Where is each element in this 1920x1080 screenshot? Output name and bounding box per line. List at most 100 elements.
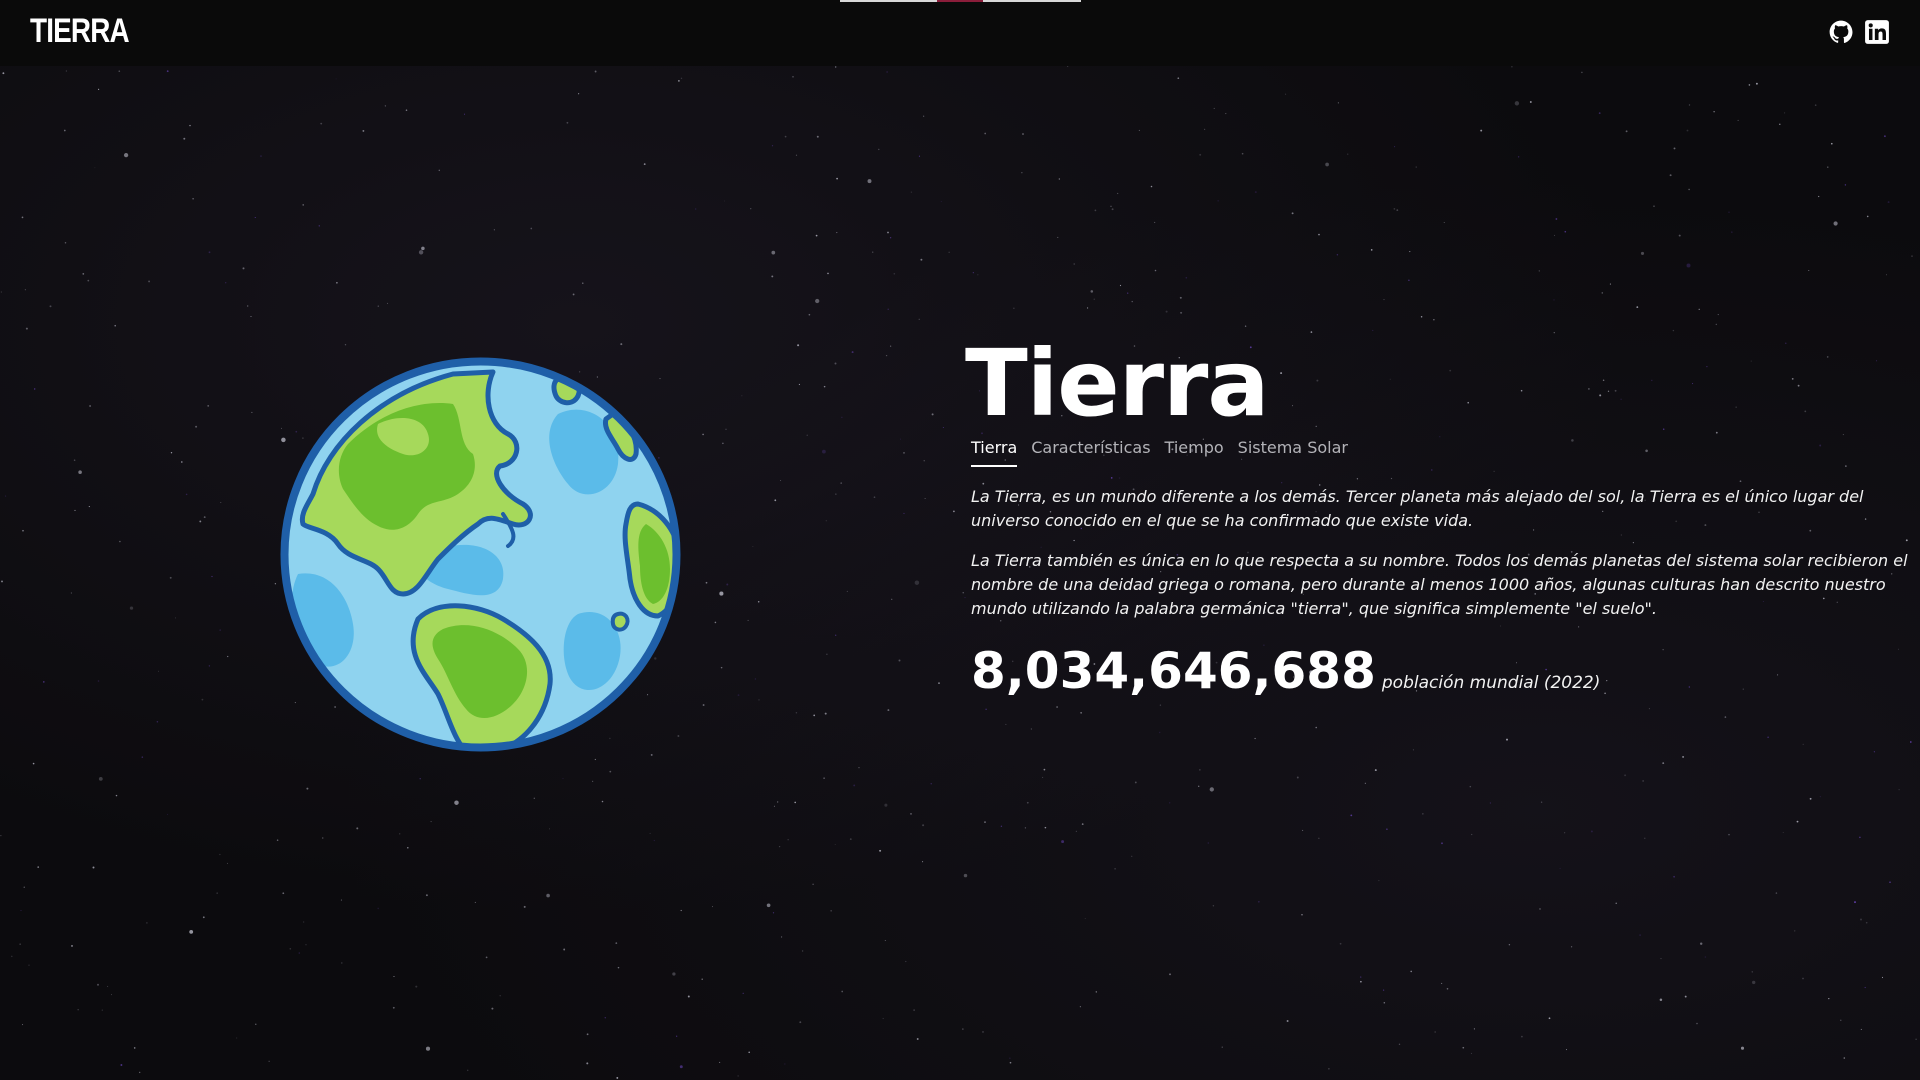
tab-sistema-solar[interactable]: Sistema Solar (1238, 438, 1348, 467)
star (1009, 1057, 1011, 1059)
star (183, 137, 186, 140)
star (963, 873, 968, 878)
star (1864, 986, 1866, 989)
star (1808, 270, 1810, 271)
star (268, 1060, 270, 1062)
star (393, 975, 395, 978)
star (784, 1063, 786, 1065)
star (1364, 782, 1366, 784)
star (953, 510, 955, 513)
star (341, 962, 343, 964)
star (1625, 130, 1628, 133)
star (23, 886, 25, 888)
star (931, 413, 934, 416)
star (823, 385, 826, 388)
star (1111, 208, 1114, 211)
star (984, 132, 987, 135)
star (923, 115, 925, 117)
section-tabs: Tierra Características Tiempo Sistema So… (971, 438, 1915, 467)
star (24, 289, 26, 291)
star (1090, 290, 1094, 293)
star (1360, 980, 1362, 983)
star (1286, 1020, 1289, 1022)
star (910, 191, 913, 193)
star (982, 1030, 984, 1033)
star (1844, 184, 1847, 186)
star (1005, 723, 1007, 725)
star (202, 916, 205, 919)
star (1058, 178, 1060, 180)
star (377, 907, 379, 910)
star (873, 496, 876, 499)
star (1061, 840, 1065, 844)
star (777, 801, 779, 803)
star (591, 780, 594, 783)
tab-tiempo[interactable]: Tiempo (1165, 438, 1224, 467)
star (1412, 749, 1414, 751)
star (1217, 200, 1219, 202)
star (1802, 977, 1804, 980)
star (886, 71, 888, 73)
star (1717, 314, 1719, 316)
star (1325, 162, 1329, 167)
star (1555, 218, 1558, 220)
star (1359, 976, 1362, 978)
tab-caracteristicas[interactable]: Características (1031, 438, 1150, 467)
star (216, 892, 218, 894)
star (1081, 823, 1084, 825)
star (0, 835, 2, 837)
star (421, 246, 425, 251)
star (913, 1009, 915, 1011)
star (438, 169, 441, 172)
star (454, 800, 459, 805)
star (836, 232, 838, 234)
github-link[interactable] (1828, 19, 1854, 45)
star (227, 862, 228, 864)
star (884, 939, 886, 942)
star (156, 721, 159, 723)
star (846, 590, 848, 592)
star (1669, 174, 1672, 177)
star (63, 129, 66, 132)
star (1642, 780, 1644, 782)
star (827, 272, 829, 275)
star (1337, 102, 1339, 104)
star (1296, 776, 1299, 779)
star (594, 758, 596, 761)
star (225, 282, 227, 284)
star (1056, 706, 1059, 708)
star (199, 520, 202, 523)
site-logo[interactable]: TIERRA (30, 12, 130, 51)
star (139, 1071, 141, 1074)
star (884, 803, 888, 807)
star (387, 302, 389, 304)
star (1779, 123, 1781, 126)
star (834, 362, 837, 365)
star (1087, 307, 1089, 309)
star (771, 145, 774, 147)
star (1302, 829, 1304, 831)
star (1000, 825, 1003, 827)
star (485, 956, 488, 959)
star (1660, 958, 1662, 960)
star (1860, 918, 1862, 921)
star (1241, 152, 1244, 155)
star (92, 866, 95, 869)
star (649, 832, 651, 834)
star (1221, 1046, 1223, 1048)
star (111, 994, 112, 996)
star (289, 948, 292, 950)
star (985, 708, 987, 710)
star (778, 845, 781, 848)
tab-tierra[interactable]: Tierra (971, 438, 1018, 467)
star (1688, 188, 1690, 191)
star (797, 344, 800, 347)
star (1154, 221, 1156, 223)
star (1678, 234, 1681, 237)
star (1114, 867, 1116, 870)
star (889, 237, 892, 239)
linkedin-link[interactable] (1864, 19, 1890, 45)
star (930, 783, 932, 785)
star (22, 529, 24, 532)
star (834, 844, 836, 845)
